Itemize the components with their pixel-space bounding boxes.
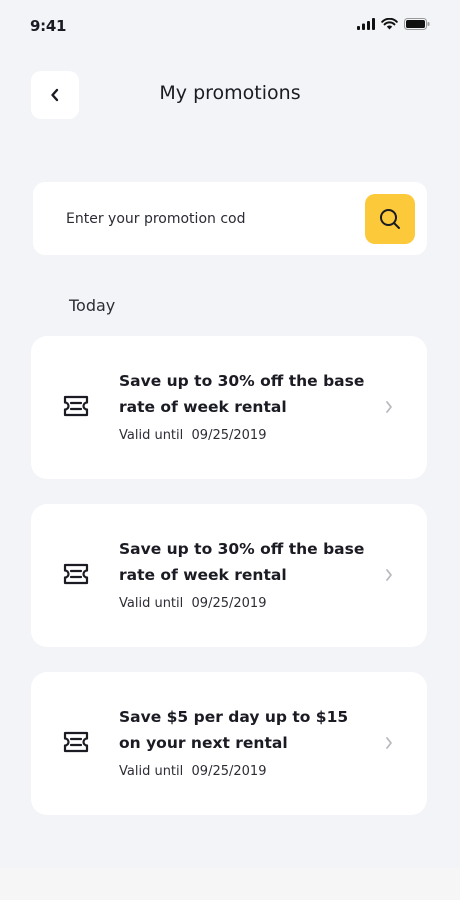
promotion-card[interactable]: Save up to 30% off the base rate of week… [31,504,427,647]
ticket-icon [63,395,89,417]
chevron-right-icon [386,737,392,749]
wifi-icon [381,18,398,30]
search-icon [380,209,400,229]
signal-icon [357,18,375,30]
promotion-title: Save up to 30% off the base rate of week… [119,372,365,416]
chevron-right-icon [386,401,392,413]
bottom-bar [0,868,460,900]
promotion-card[interactable]: Save $5 per day up to $15 on your next r… [31,672,427,815]
ticket-icon [63,731,89,753]
promotion-title: Save $5 per day up to $15 on your next r… [119,708,349,752]
chevron-right-icon [386,569,392,581]
status-bar: 9:41 [0,0,460,56]
valid-date: 09/25/2019 [191,596,267,611]
battery-icon [404,18,430,30]
section-label-today: Today [69,296,116,315]
page-title: My promotions [159,82,301,104]
promotion-validity: Valid until 09/25/2019 [119,764,266,779]
promotion-validity: Valid until 09/25/2019 [119,596,266,611]
promotion-validity: Valid until 09/25/2019 [119,428,266,443]
status-icons [357,18,430,30]
search-button[interactable] [365,194,415,244]
ticket-icon [63,563,89,585]
valid-label: Valid until [119,764,184,779]
valid-label: Valid until [119,428,184,443]
valid-date: 09/25/2019 [191,764,267,779]
promo-code-search-box [33,182,427,255]
promotion-title: Save up to 30% off the base rate of week… [119,540,365,584]
promo-code-input[interactable] [66,204,356,234]
valid-label: Valid until [119,596,184,611]
status-time: 9:41 [30,17,67,35]
promotion-card[interactable]: Save up to 30% off the base rate of week… [31,336,427,479]
valid-date: 09/25/2019 [191,428,267,443]
